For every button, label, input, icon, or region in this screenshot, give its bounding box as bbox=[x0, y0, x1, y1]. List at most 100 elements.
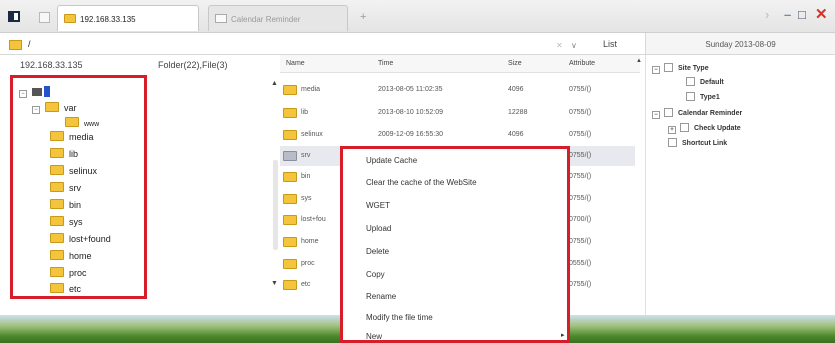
window-icon bbox=[215, 14, 227, 23]
file-attribute: 0755/() bbox=[569, 238, 592, 245]
file-row[interactable]: selinux 2009-12-09 16:55:30 4096 0755/() bbox=[280, 125, 635, 145]
tree-item-label: etc bbox=[69, 284, 82, 294]
menu-item-clear-cache[interactable]: Clear the cache of the WebSite bbox=[366, 178, 477, 187]
tree-item-sys[interactable]: sys bbox=[50, 216, 83, 228]
tree-item-var[interactable]: − var bbox=[32, 102, 77, 114]
file-time: 2013-08-05 11:02:35 bbox=[378, 86, 443, 93]
scroll-up-icon[interactable]: ▲ bbox=[271, 80, 278, 87]
tree-item-selinux[interactable]: selinux bbox=[50, 165, 97, 177]
folder-icon bbox=[283, 85, 297, 95]
tree-item-label: sys bbox=[69, 217, 83, 227]
file-name: lost+fou bbox=[301, 216, 326, 223]
tree-item-www[interactable]: www bbox=[65, 117, 99, 130]
tree-item-shortcut-link[interactable]: Shortcut Link bbox=[668, 138, 727, 147]
column-size[interactable]: Size bbox=[508, 60, 522, 67]
folder-icon bbox=[283, 194, 297, 204]
tree-root[interactable]: − bbox=[19, 86, 50, 98]
file-list-header: Name Time Size Attribute bbox=[280, 55, 640, 73]
root-drive-icon bbox=[32, 88, 42, 96]
column-attribute[interactable]: Attribute bbox=[569, 60, 595, 67]
maximize-button[interactable]: □ bbox=[798, 7, 806, 22]
file-list-scrollbar[interactable]: ▲ ▼ bbox=[270, 60, 280, 300]
tab-server[interactable]: 192.168.33.135 bbox=[57, 5, 199, 31]
new-tab-square-icon[interactable] bbox=[39, 12, 50, 23]
context-menu: Update Cache Clear the cache of the WebS… bbox=[340, 146, 570, 343]
collapse-icon[interactable]: − bbox=[19, 90, 27, 98]
file-attribute: 0755/() bbox=[569, 281, 592, 288]
checkbox[interactable] bbox=[664, 63, 673, 72]
tree-item-type1[interactable]: Type1 bbox=[686, 92, 720, 101]
shortcut-link-label: Shortcut Link bbox=[682, 140, 728, 147]
menu-item-new[interactable]: New bbox=[366, 332, 382, 341]
checkbox[interactable] bbox=[686, 77, 695, 86]
file-size: 4096 bbox=[508, 86, 524, 93]
file-time: 2013-08-10 10:52:09 bbox=[378, 109, 443, 116]
menu-item-delete[interactable]: Delete bbox=[366, 247, 389, 256]
file-name: lib bbox=[301, 109, 309, 116]
chevron-down-icon[interactable]: ∨ bbox=[571, 41, 577, 50]
tree-item-site-type[interactable]: − Site Type bbox=[652, 63, 709, 74]
close-button[interactable]: ✕ bbox=[815, 5, 828, 23]
checkbox[interactable] bbox=[664, 108, 673, 117]
tree-item-calendar-reminder[interactable]: − Calendar Reminder bbox=[652, 108, 742, 119]
expand-icon[interactable]: + bbox=[668, 126, 676, 134]
tree-item-default[interactable]: Default bbox=[686, 77, 724, 86]
scroll-down-icon[interactable]: ▼ bbox=[271, 280, 278, 287]
app-icon[interactable] bbox=[8, 11, 20, 22]
tab-label: Calendar Reminder bbox=[231, 15, 301, 24]
menu-item-upload[interactable]: Upload bbox=[366, 224, 391, 233]
add-tab-button[interactable]: + bbox=[360, 11, 366, 23]
file-row[interactable]: media 2013-08-05 11:02:35 4096 0755/() bbox=[280, 80, 635, 100]
tree-item-bin[interactable]: bin bbox=[50, 199, 81, 211]
folder-icon bbox=[283, 259, 297, 269]
menu-item-copy[interactable]: Copy bbox=[366, 270, 385, 279]
tree-item-lib[interactable]: lib bbox=[50, 148, 78, 160]
scroll-up-icon[interactable]: ▲ bbox=[636, 58, 642, 64]
site-type-label: Site Type bbox=[678, 65, 709, 72]
collapse-icon[interactable]: − bbox=[652, 111, 660, 119]
column-time[interactable]: Time bbox=[378, 60, 393, 67]
file-size: 4096 bbox=[508, 131, 524, 138]
tree-item-etc[interactable]: etc bbox=[50, 283, 81, 295]
directory-tree: − − var www media lib selinux srv bin sys… bbox=[10, 75, 147, 299]
date-header: Sunday 2013-08-09 bbox=[645, 33, 835, 55]
tree-item-label: var bbox=[64, 103, 77, 113]
tree-item-check-update[interactable]: + Check Update bbox=[668, 123, 741, 134]
address-path[interactable]: / bbox=[28, 39, 31, 49]
file-name: selinux bbox=[301, 131, 323, 138]
collapse-icon[interactable]: − bbox=[32, 106, 40, 114]
file-row[interactable]: lib 2013-08-10 10:52:09 12288 0755/() bbox=[280, 103, 635, 123]
address-bar[interactable]: / ✕ ∨ List bbox=[0, 33, 645, 55]
folder-icon bbox=[50, 199, 64, 209]
checkbox[interactable] bbox=[668, 138, 677, 147]
menu-item-update-cache[interactable]: Update Cache bbox=[366, 156, 417, 165]
collapse-icon[interactable]: − bbox=[652, 66, 660, 74]
checkbox[interactable] bbox=[686, 92, 695, 101]
type1-label: Type1 bbox=[700, 94, 720, 101]
menu-item-wget[interactable]: WGET bbox=[366, 201, 390, 210]
menu-item-rename[interactable]: Rename bbox=[366, 292, 396, 301]
tree-item-srv[interactable]: srv bbox=[50, 182, 81, 194]
folder-icon bbox=[283, 280, 297, 290]
tree-item-home[interactable]: home bbox=[50, 250, 92, 262]
clear-icon[interactable]: ✕ bbox=[556, 41, 563, 50]
folder-icon bbox=[50, 233, 64, 243]
back-arrow-icon[interactable]: › bbox=[765, 7, 769, 22]
folder-icon bbox=[283, 215, 297, 225]
column-name[interactable]: Name bbox=[286, 60, 305, 67]
tree-item-media[interactable]: media bbox=[50, 131, 94, 143]
scroll-thumb[interactable] bbox=[273, 160, 278, 250]
folder-icon bbox=[283, 151, 297, 161]
tree-item-label: proc bbox=[69, 268, 87, 278]
file-attribute: 0755/() bbox=[569, 195, 592, 202]
tree-item-proc[interactable]: proc bbox=[50, 267, 87, 279]
menu-item-modify-time[interactable]: Modify the file time bbox=[366, 313, 433, 322]
file-name: proc bbox=[301, 260, 315, 267]
folder-icon bbox=[50, 283, 64, 293]
checkbox[interactable] bbox=[680, 123, 689, 132]
tab-calendar-reminder[interactable]: Calendar Reminder bbox=[208, 5, 348, 31]
tree-item-lost-found[interactable]: lost+found bbox=[50, 233, 111, 245]
file-attribute: 0555/() bbox=[569, 260, 592, 267]
view-mode-button[interactable]: List bbox=[590, 39, 630, 53]
minimize-button[interactable]: – bbox=[784, 7, 791, 22]
